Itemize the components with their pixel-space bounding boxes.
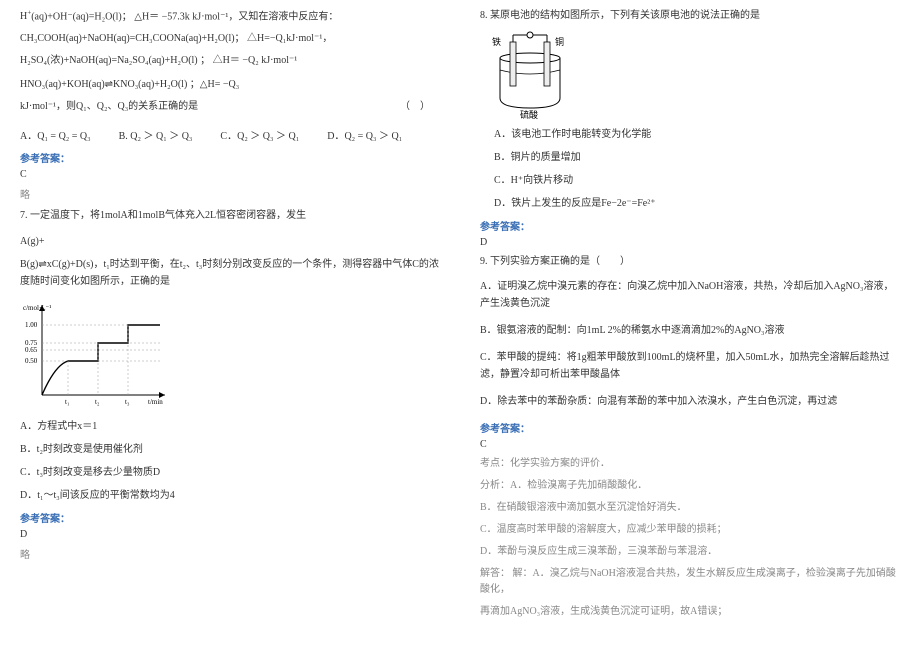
answer-paren: （ ） xyxy=(400,99,430,115)
answer-8: D xyxy=(480,237,900,248)
diag-label-acid: 硫酸 xyxy=(520,109,538,120)
svg-text:1.00: 1.00 xyxy=(25,321,38,329)
svg-text:0.65: 0.65 xyxy=(25,346,38,354)
omit-6: 略 xyxy=(20,186,440,201)
q9-stem: 9. 下列实验方案正确的是（ ） xyxy=(480,254,900,270)
diag-label-fe: 铁 xyxy=(492,36,501,47)
eq-line-1: H+(aq)+OH⁻(aq)=H₂O(l)； △H＝ −57.3k kJ·mol… xyxy=(20,8,440,25)
answer-label-9: 参考答案： xyxy=(480,420,900,435)
eq-line-4: HNO₃(aq)+KOH(aq)⇌KNO₃(aq)+H₂O(l) ；△H= −Q… xyxy=(20,77,440,93)
q6-opt-a: A．Q₁ = Q₂ = Q₃ xyxy=(20,127,91,142)
answer-label-7: 参考答案： xyxy=(20,510,440,525)
q6-opt-b: B. Q₂ ＞ Q₁ ＞ Q₃ xyxy=(119,127,193,142)
q8-opt-a: A．该电池工作时电能转变为化学能 xyxy=(494,126,900,143)
q9-opt-d: D．除去苯中的苯酚杂质：向混有苯酚的苯中加入浓溴水，产生白色沉淀，再过滤 xyxy=(480,393,900,410)
q6-opt-d: D．Q₂ = Q₃ ＞ Q₁ xyxy=(327,127,402,142)
q7-opt-c: C．t₃时刻改变是移去少量物质D xyxy=(20,464,440,481)
q9-sol-2: 再滴加AgNO₃溶液，生成浅黄色沉淀可证明，故A错误； xyxy=(480,604,900,620)
q9-exp-d: D．苯酚与溴反应生成三溴苯酚，三溴苯酚与苯混溶． xyxy=(480,544,900,560)
q9-exp-kd: 考点：化学实验方案的评价． xyxy=(480,456,900,472)
q8-opt-b: B．铜片的质量增加 xyxy=(494,149,900,166)
q7-opt-a: A．方程式中x＝1 xyxy=(20,418,440,435)
svg-text:t₃: t₃ xyxy=(125,398,130,406)
q9-exp-fx: 分析：A．检验溴离子先加硝酸酸化． xyxy=(480,478,900,494)
svg-text:t₁: t₁ xyxy=(65,398,69,406)
q7-opt-b: B．t₂时刻改变是使用催化剂 xyxy=(20,441,440,458)
right-column: 8. 某原电池的结构如图所示，下列有关该原电池的说法正确的是 铁 铜 硫酸 A．… xyxy=(460,8,920,643)
q7-chart: c/mol·L⁻¹ 1.00 0.75 0.65 0.50 t₁ t₂ t₃ t… xyxy=(20,300,440,410)
q9-sol-1: 解答： 解：A．溴乙烷与NaOH溶液混合共热，发生水解反应生成溴离子，检验溴离子… xyxy=(480,566,900,598)
q6-options: A．Q₁ = Q₂ = Q₃ B. Q₂ ＞ Q₁ ＞ Q₃ C．Q₂ ＞ Q₃… xyxy=(20,127,440,142)
eq-line-2: CH₃COOH(aq)+NaOH(aq)=CH₃COONa(aq)+H₂O(l)… xyxy=(20,31,440,47)
q7-stem: 7. 一定温度下，将1molA和1molB气体充入2L恒容密闭容器，发生 xyxy=(20,207,440,224)
q7-eq-a: A(g)+ xyxy=(20,234,440,250)
q8-diagram: 铁 铜 硫酸 xyxy=(480,30,900,120)
svg-text:t₂: t₂ xyxy=(95,398,100,406)
q7-opt-d: D．t₁～t₃间该反应的平衡常数均为4 xyxy=(20,487,440,504)
eq-line-5: kJ·mol⁻¹，则Q₁、Q₂、Q₃的关系正确的是 （ ） xyxy=(20,99,440,115)
q6-opt-c: C．Q₂ ＞ Q₃ ＞ Q₁ xyxy=(220,127,299,142)
diag-label-cu: 铜 xyxy=(555,36,564,47)
q7-eq-b: B(g)⇌xC(g)+D(s)，t₁时达到平衡，在t₂、t₃时刻分别改变反应的一… xyxy=(20,256,440,290)
q9-exp-c: C．温度高时苯甲酸的溶解度大，应减少苯甲酸的损耗； xyxy=(480,522,900,538)
answer-6: C xyxy=(20,169,440,180)
answer-label-6: 参考答案： xyxy=(20,150,440,165)
answer-7: D xyxy=(20,529,440,540)
answer-label-8: 参考答案： xyxy=(480,218,900,233)
q9-opt-c: C．苯甲酸的提纯：将1g粗苯甲酸放到100mL的烧杯里，加入50mL水，加热完全… xyxy=(480,349,900,383)
answer-9: C xyxy=(480,439,900,450)
omit-7: 略 xyxy=(20,546,440,561)
q9-exp-b: B．在硝酸银溶液中滴加氨水至沉淀恰好消失． xyxy=(480,500,900,516)
svg-text:c/mol·L⁻¹: c/mol·L⁻¹ xyxy=(23,304,51,312)
q8-stem: 8. 某原电池的结构如图所示，下列有关该原电池的说法正确的是 xyxy=(480,8,900,24)
svg-text:t/min: t/min xyxy=(148,398,163,406)
q8-opt-c: C．H⁺向铁片移动 xyxy=(494,172,900,189)
svg-text:0.50: 0.50 xyxy=(25,357,38,365)
eq-line-3: H₂SO₄(浓)+NaOH(aq)=Na₂SO₄(aq)+H₂O(l) ； △H… xyxy=(20,53,440,69)
q8-opt-d: D．铁片上发生的反应是Fe−2e⁻=Fe²⁺ xyxy=(494,195,900,212)
q9-opt-b: B．银氨溶液的配制：向1mL 2%的稀氨水中逐滴滴加2%的AgNO₃溶液 xyxy=(480,322,900,339)
q9-opt-a: A．证明溴乙烷中溴元素的存在：向溴乙烷中加入NaOH溶液，共热，冷却后加入AgN… xyxy=(480,278,900,312)
left-column: H+(aq)+OH⁻(aq)=H₂O(l)； △H＝ −57.3k kJ·mol… xyxy=(0,8,460,643)
